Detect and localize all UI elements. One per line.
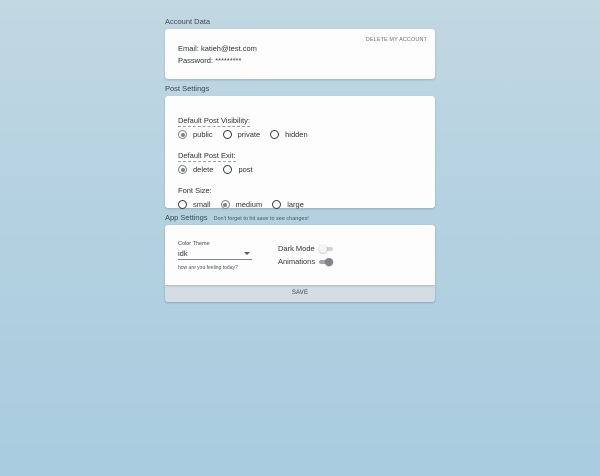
post-settings-title: Post Settings bbox=[165, 84, 210, 93]
color-theme-select[interactable]: idk bbox=[178, 248, 252, 260]
animations-toggle[interactable] bbox=[319, 257, 334, 266]
radio-label: hidden bbox=[285, 130, 308, 139]
post-exit-radio-group: delete post bbox=[178, 163, 422, 176]
email-label: Email: bbox=[178, 44, 199, 53]
visibility-radio-group: public private hidden bbox=[178, 128, 422, 141]
settings-panel: Account Data DELETE MY ACCOUNT Email: ka… bbox=[165, 14, 435, 302]
radio-label: small bbox=[193, 200, 211, 209]
radio-circle-icon bbox=[178, 130, 187, 139]
save-button[interactable]: SAVE bbox=[165, 285, 435, 302]
dark-mode-toggle[interactable] bbox=[318, 244, 333, 253]
animations-label: Animations bbox=[278, 257, 316, 266]
radio-label: public bbox=[193, 130, 213, 139]
radio-label: delete bbox=[193, 165, 214, 174]
app-settings-card: Color Theme idk how are you feeling toda… bbox=[165, 225, 435, 285]
radio-label: large bbox=[287, 200, 304, 209]
account-title: Account Data bbox=[165, 17, 211, 26]
toggles: Dark Mode Animations bbox=[278, 242, 334, 268]
radio-circle-icon bbox=[178, 200, 187, 209]
post-settings-card: Default Post Visibility: public private hi… bbox=[165, 96, 435, 211]
password-value: ********* bbox=[215, 56, 242, 65]
color-theme-field: Color Theme idk how are you feeling toda… bbox=[178, 241, 252, 271]
radio-circle-icon bbox=[220, 200, 230, 209]
toggle-thumb bbox=[318, 244, 327, 253]
dark-mode-label: Dark Mode bbox=[278, 244, 315, 253]
radio-label: medium bbox=[235, 200, 263, 209]
font-size-radio-group: small medium large bbox=[178, 198, 422, 211]
section-title-post: Post Settings bbox=[165, 81, 435, 96]
section-title-app: App Settings Don't forget to hit save to… bbox=[165, 210, 435, 225]
delete-account-button[interactable]: DELETE MY ACCOUNT bbox=[366, 37, 427, 43]
password-row: Password: ********* bbox=[178, 55, 422, 67]
dark-mode-row: Dark Mode bbox=[278, 242, 333, 255]
radio-large[interactable]: large bbox=[272, 200, 304, 209]
color-theme-value: idk bbox=[178, 249, 188, 258]
radio-circle-icon bbox=[223, 165, 233, 174]
toggle-thumb bbox=[325, 257, 334, 266]
app-settings-title: App Settings bbox=[165, 213, 208, 222]
radio-circle-icon bbox=[178, 165, 187, 174]
color-theme-label: Color Theme bbox=[178, 241, 210, 247]
radio-private[interactable]: private bbox=[222, 130, 261, 139]
visibility-label: Default Post Visibility: bbox=[178, 116, 250, 127]
account-card: DELETE MY ACCOUNT Email: katieh@test.com… bbox=[165, 29, 435, 79]
animations-row: Animations bbox=[278, 255, 334, 268]
password-label: Password: bbox=[178, 56, 214, 65]
radio-circle-icon bbox=[272, 200, 282, 209]
color-theme-hint: how are you feeling today? bbox=[178, 265, 238, 271]
radio-label: private bbox=[237, 130, 261, 139]
radio-hidden[interactable]: hidden bbox=[270, 130, 308, 139]
section-title-account: Account Data bbox=[165, 14, 435, 29]
radio-medium[interactable]: medium bbox=[220, 200, 263, 209]
radio-public[interactable]: public bbox=[178, 130, 213, 139]
post-exit-label: Default Post Exit: bbox=[178, 151, 236, 162]
radio-post[interactable]: post bbox=[223, 165, 253, 174]
dropdown-caret-icon bbox=[244, 252, 250, 255]
email-row: Email: katieh@test.com bbox=[178, 43, 422, 55]
font-size-label: Font Size: bbox=[178, 186, 212, 195]
radio-circle-icon bbox=[222, 130, 232, 139]
radio-delete[interactable]: delete bbox=[178, 165, 213, 174]
email-value: katieh@test.com bbox=[200, 44, 257, 53]
radio-small[interactable]: small bbox=[178, 200, 211, 209]
radio-circle-icon bbox=[270, 130, 280, 139]
radio-label: post bbox=[238, 165, 253, 174]
